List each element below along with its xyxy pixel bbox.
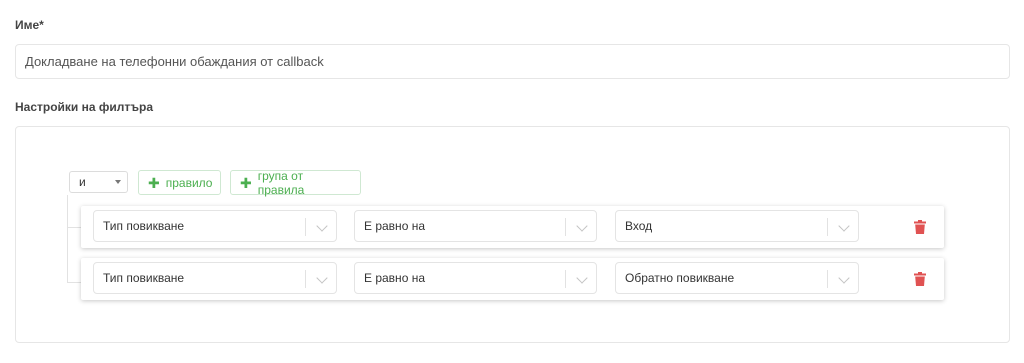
- rule-field-select[interactable]: Тип повикване: [93, 210, 337, 242]
- condition-value: и: [79, 175, 86, 189]
- rule-value-value: Обратно повикване: [625, 271, 735, 285]
- select-separator: [827, 270, 828, 288]
- tree-line: [67, 195, 68, 283]
- chevron-down-icon[interactable]: [838, 220, 850, 232]
- select-separator: [305, 270, 306, 288]
- add-group-label: група от правила: [257, 168, 305, 197]
- rule-value-value: Вход: [625, 219, 653, 233]
- name-input[interactable]: [15, 44, 1010, 79]
- chevron-down-icon[interactable]: [576, 272, 588, 284]
- select-separator: [827, 218, 828, 236]
- rule-row: Тип повикване Е равно на Вход: [81, 206, 944, 248]
- chevron-down-icon[interactable]: [316, 220, 328, 232]
- rule-value-select[interactable]: Обратно повикване: [615, 262, 859, 294]
- filter-settings-label: Настройки на филтъра: [15, 100, 154, 114]
- add-rule-label: правило: [165, 175, 213, 190]
- select-separator: [565, 270, 566, 288]
- rule-operator-select[interactable]: Е равно на: [354, 210, 597, 242]
- plus-icon: ✚: [240, 174, 252, 191]
- trash-icon[interactable]: [914, 272, 926, 286]
- rule-value-select[interactable]: Вход: [615, 210, 859, 242]
- rule-operator-value: Е равно на: [364, 271, 425, 285]
- rule-operator-value: Е равно на: [364, 219, 425, 233]
- rule-field-value: Тип повикване: [103, 219, 185, 233]
- select-separator: [305, 218, 306, 236]
- select-separator: [565, 218, 566, 236]
- tree-branch: [67, 282, 81, 283]
- add-group-button[interactable]: ✚ група от правила: [230, 168, 361, 197]
- name-label: Име*: [15, 18, 44, 32]
- rule-row: Тип повикване Е равно на Обратно повиква…: [81, 258, 944, 300]
- caret-down-icon: [115, 180, 121, 184]
- tree-branch: [67, 227, 81, 228]
- chevron-down-icon[interactable]: [576, 220, 588, 232]
- chevron-down-icon[interactable]: [316, 272, 328, 284]
- condition-select[interactable]: и: [69, 171, 128, 193]
- plus-icon: ✚: [148, 174, 160, 191]
- rule-field-value: Тип повикване: [103, 271, 185, 285]
- chevron-down-icon[interactable]: [838, 272, 850, 284]
- trash-icon[interactable]: [914, 220, 926, 234]
- add-rule-button[interactable]: ✚ правило: [138, 170, 221, 195]
- rule-operator-select[interactable]: Е равно на: [354, 262, 597, 294]
- rule-field-select[interactable]: Тип повикване: [93, 262, 337, 294]
